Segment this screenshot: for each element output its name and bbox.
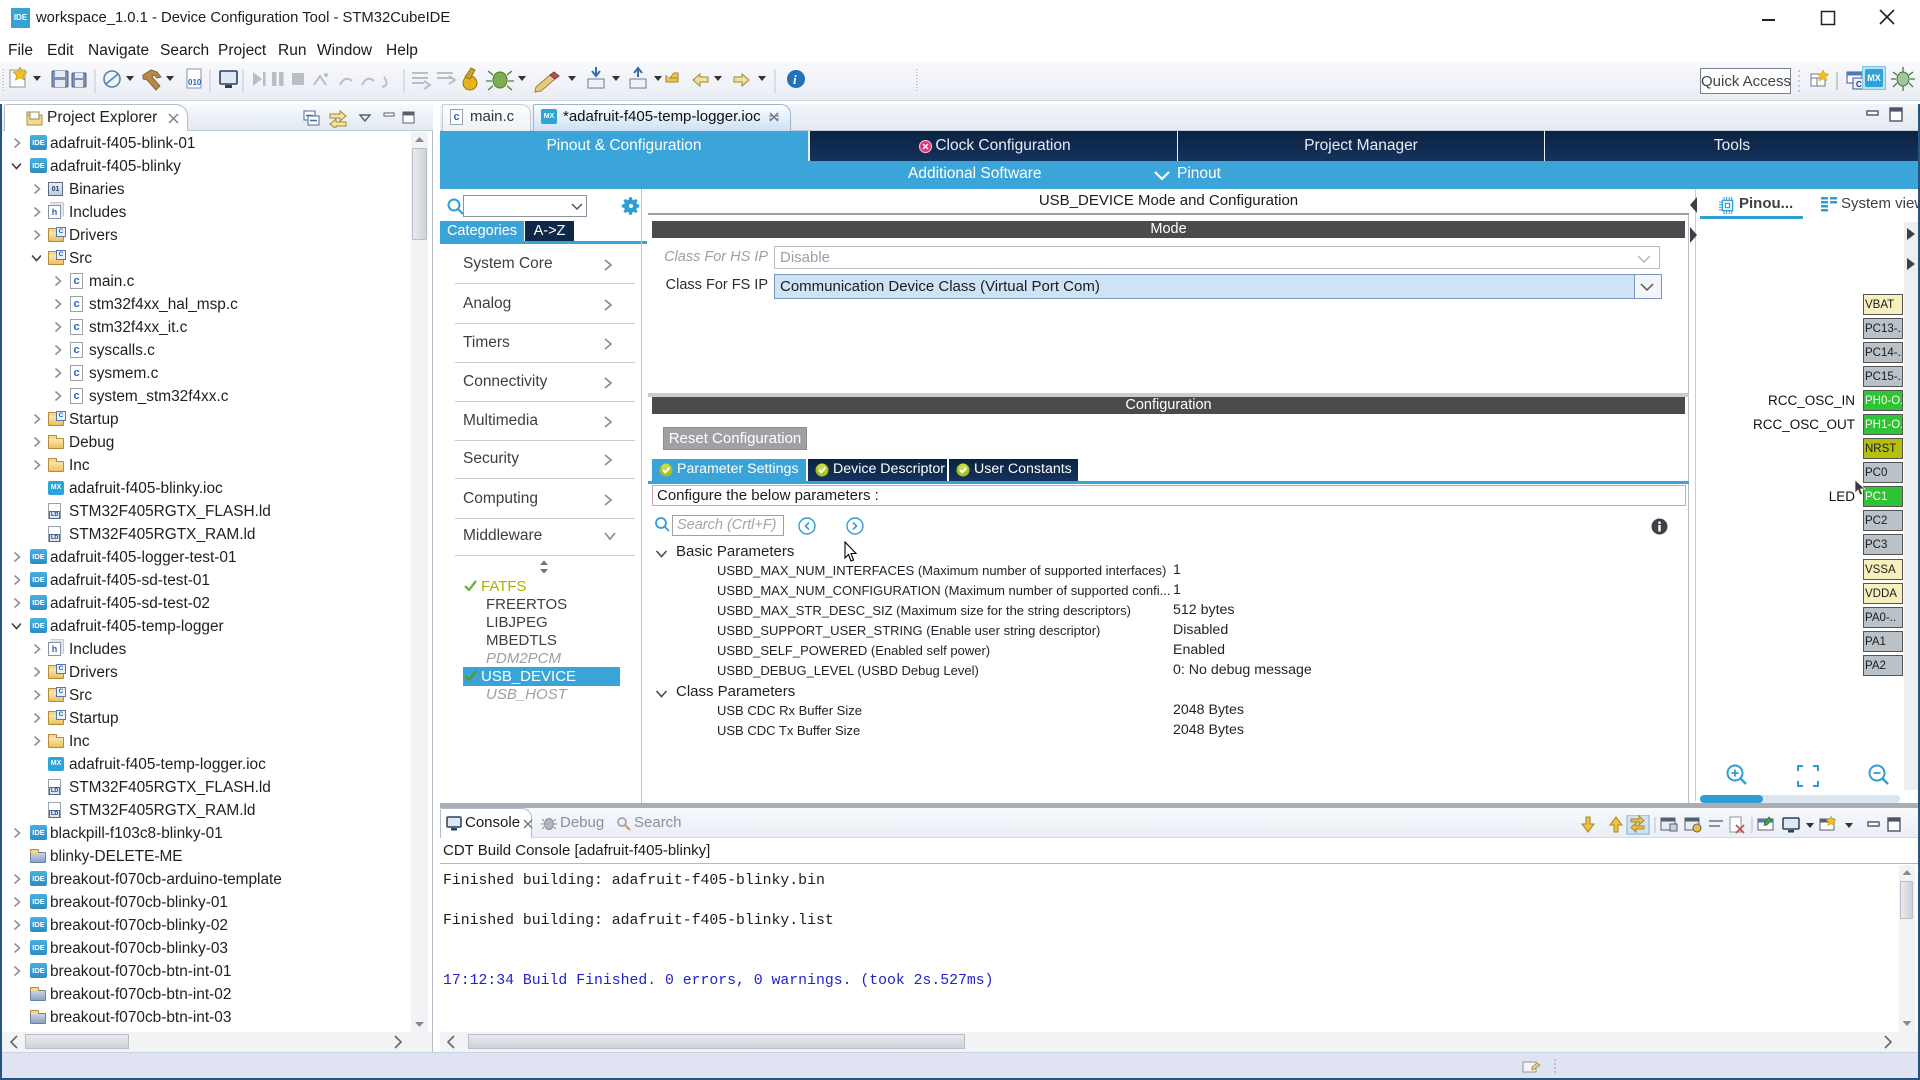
svg-text:i: i (793, 72, 797, 87)
svg-text:010: 010 (188, 78, 202, 87)
